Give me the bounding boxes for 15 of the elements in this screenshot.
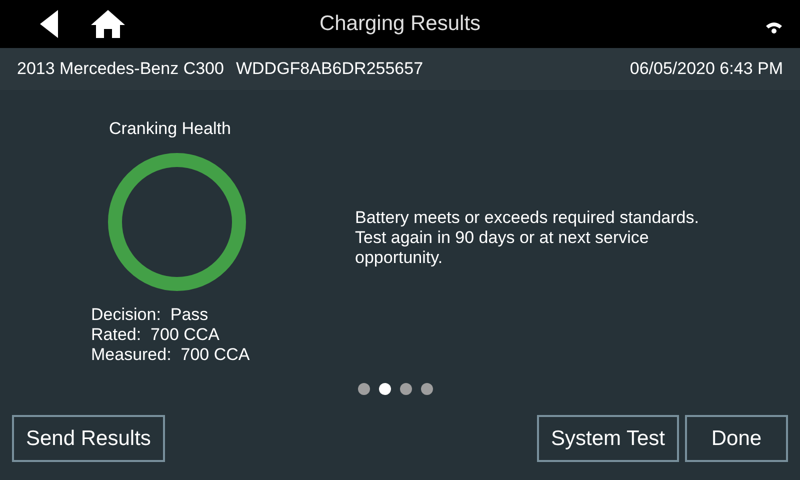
action-button[interactable]: System Test [537, 415, 679, 462]
back-icon[interactable] [38, 10, 60, 38]
action-button[interactable]: Send Results [12, 415, 165, 462]
gauge-title: Cranking Health [109, 118, 231, 140]
date-time: 06/05/2020 6:43 PM [630, 58, 783, 80]
result-message: Battery meets or exceeds required standards. Test again in 90 days or at next service opportunity. [355, 208, 700, 268]
action-button[interactable]: Done [685, 415, 788, 462]
wifi-icon [764, 20, 784, 34]
detail-line: Measured: 700 CCA [91, 344, 250, 364]
detail-line: Rated: 700 CCA [91, 324, 221, 344]
vin-number: WDDGF8AB6DR255657 [236, 58, 424, 80]
home-icon[interactable] [90, 9, 126, 39]
detail-line: Decision: Pass [91, 304, 210, 324]
vehicle-name: 2013 Mercedes-Benz C300 [17, 58, 224, 80]
screen-title: Charging Results [319, 11, 481, 38]
